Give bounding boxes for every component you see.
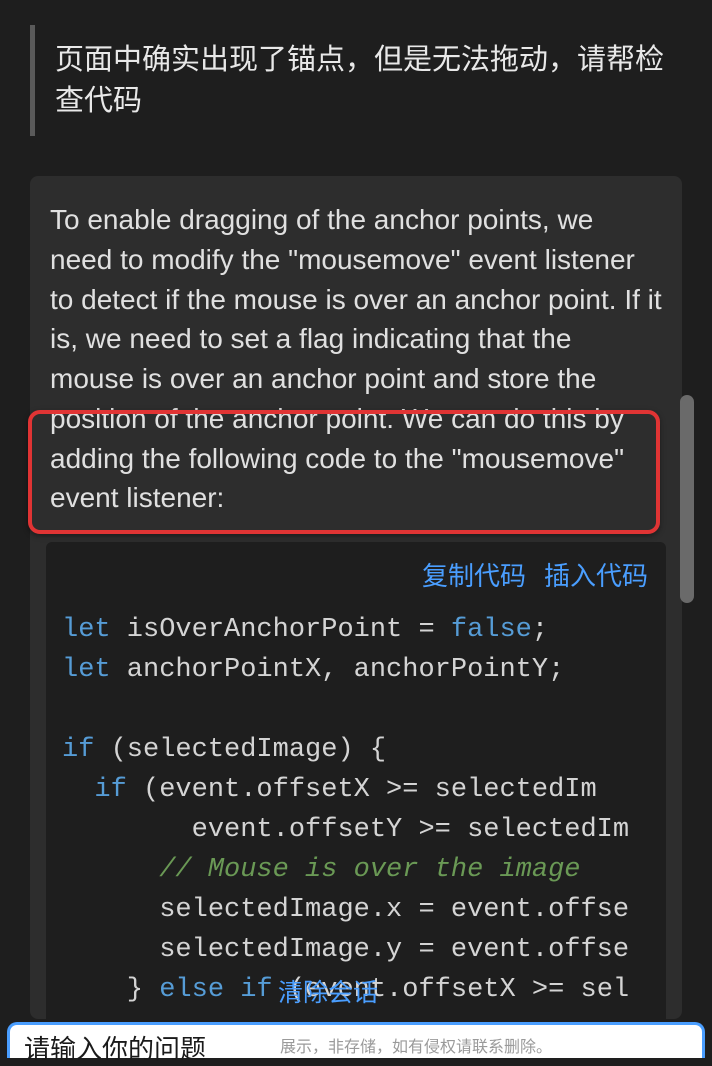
copy-code-button[interactable]: 复制代码 — [422, 556, 526, 593]
code-text: anchorPointX, anchorPointY; — [111, 655, 565, 685]
code-text: selectedImage.x = event.offse — [62, 895, 629, 925]
code-text: (selectedImage) { — [94, 735, 386, 765]
code-text: } — [62, 975, 159, 1005]
chat-input-hint: 展示，非存储，如有侵权请联系删除。 — [280, 1033, 552, 1057]
chat-input[interactable]: 请输入你的问题 展示，非存储，如有侵权请联系删除。 — [7, 1022, 705, 1058]
code-text: isOverAnchorPoint = — [111, 615, 451, 645]
code-keyword: if — [62, 735, 94, 765]
code-keyword: let — [62, 615, 111, 645]
assistant-response: To enable dragging of the anchor points,… — [30, 176, 682, 1019]
code-keyword: if — [94, 775, 126, 805]
code-keyword: let — [62, 655, 111, 685]
code-comment: // Mouse is over the image — [159, 855, 580, 885]
code-block-container: 复制代码 插入代码 let isOverAnchorPoint = false;… — [46, 542, 666, 1019]
code-toolbar: 复制代码 插入代码 — [46, 542, 666, 603]
user-message-quote: 页面中确实出现了锚点，但是无法拖动，请帮检查代码 — [30, 25, 682, 136]
code-text: ; — [532, 615, 548, 645]
code-keyword: else — [159, 975, 224, 1005]
assistant-response-text: To enable dragging of the anchor points,… — [50, 200, 662, 518]
chat-input-placeholder: 请输入你的问题 — [24, 1029, 206, 1066]
code-bool: false — [451, 615, 532, 645]
code-text: event.offsetY >= selectedIm — [62, 815, 629, 845]
user-message-text: 页面中确实出现了锚点，但是无法拖动，请帮检查代码 — [55, 40, 682, 121]
clear-session-link[interactable]: 清除会话 — [278, 973, 378, 1009]
insert-code-button[interactable]: 插入代码 — [544, 556, 648, 593]
code-keyword: if — [224, 975, 273, 1005]
code-text: selectedImage.y = event.offse — [62, 935, 629, 965]
code-content: let isOverAnchorPoint = false; let ancho… — [46, 603, 666, 1019]
scrollbar-thumb[interactable] — [680, 395, 694, 603]
code-text: (event.offsetX >= selectedIm — [127, 775, 597, 805]
